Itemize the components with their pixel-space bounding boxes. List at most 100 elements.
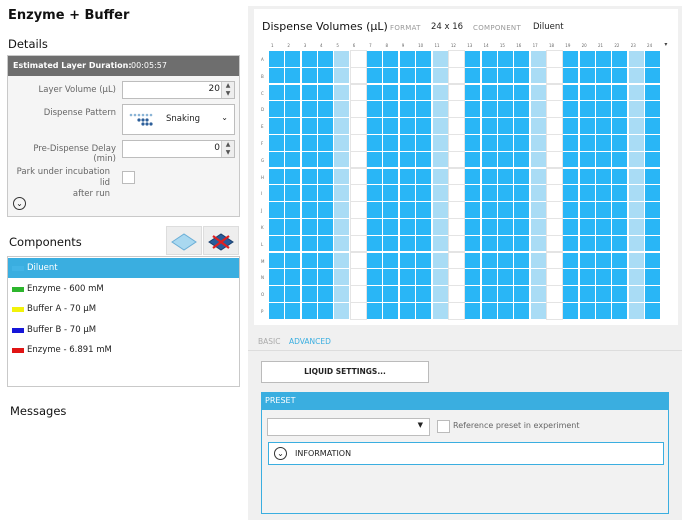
well[interactable]: [481, 219, 497, 235]
well[interactable]: [465, 185, 481, 201]
well[interactable]: [514, 84, 530, 101]
well[interactable]: [367, 151, 383, 168]
well[interactable]: [269, 67, 285, 84]
well[interactable]: [612, 118, 628, 134]
well[interactable]: [579, 202, 595, 218]
well[interactable]: [497, 118, 513, 134]
well[interactable]: [399, 202, 415, 218]
well[interactable]: [318, 303, 334, 319]
well[interactable]: [334, 252, 350, 269]
well[interactable]: [579, 303, 595, 319]
well[interactable]: [645, 286, 661, 302]
well[interactable]: [432, 252, 448, 269]
reference-preset-checkbox[interactable]: [437, 420, 450, 433]
well[interactable]: [596, 252, 612, 269]
component-row[interactable]: Diluent: [8, 258, 239, 278]
well[interactable]: [416, 185, 432, 201]
well[interactable]: [301, 118, 317, 134]
well[interactable]: [447, 100, 465, 118]
well[interactable]: [612, 67, 628, 84]
well[interactable]: [383, 84, 399, 101]
well[interactable]: [269, 269, 285, 285]
well[interactable]: [481, 151, 497, 168]
well[interactable]: [383, 269, 399, 285]
well[interactable]: [399, 303, 415, 319]
well[interactable]: [579, 51, 595, 67]
well[interactable]: [367, 252, 383, 269]
well[interactable]: [416, 67, 432, 84]
well[interactable]: [596, 118, 612, 134]
well[interactable]: [447, 83, 465, 102]
well[interactable]: [334, 286, 350, 302]
well[interactable]: [349, 251, 367, 270]
well[interactable]: [269, 135, 285, 151]
well[interactable]: [628, 168, 644, 185]
well[interactable]: [579, 286, 595, 302]
well[interactable]: [497, 84, 513, 101]
well[interactable]: [416, 51, 432, 67]
preset-select[interactable]: ▼: [267, 418, 430, 436]
well[interactable]: [530, 286, 546, 302]
well[interactable]: [596, 151, 612, 168]
well[interactable]: [563, 219, 579, 235]
well[interactable]: [563, 202, 579, 218]
well[interactable]: [367, 168, 383, 185]
well[interactable]: [447, 66, 465, 85]
well[interactable]: [645, 51, 661, 67]
well[interactable]: [530, 51, 546, 67]
well[interactable]: [447, 234, 465, 253]
well[interactable]: [269, 84, 285, 101]
well[interactable]: [497, 67, 513, 84]
well[interactable]: [416, 151, 432, 168]
well[interactable]: [334, 101, 350, 117]
well[interactable]: [383, 168, 399, 185]
well[interactable]: [628, 219, 644, 235]
well[interactable]: [563, 118, 579, 134]
well[interactable]: [645, 135, 661, 151]
well[interactable]: [399, 252, 415, 269]
well[interactable]: [465, 303, 481, 319]
well[interactable]: [334, 168, 350, 185]
well[interactable]: [481, 252, 497, 269]
well[interactable]: [481, 118, 497, 134]
well[interactable]: [318, 51, 334, 67]
well[interactable]: [432, 67, 448, 84]
well[interactable]: [349, 302, 367, 320]
well[interactable]: [416, 84, 432, 101]
well[interactable]: [301, 219, 317, 235]
well[interactable]: [432, 269, 448, 285]
well[interactable]: [399, 51, 415, 67]
well[interactable]: [497, 185, 513, 201]
well[interactable]: [497, 202, 513, 218]
well[interactable]: [432, 303, 448, 319]
component-row[interactable]: Buffer A - 70 µM: [8, 299, 239, 319]
well[interactable]: [416, 101, 432, 117]
well[interactable]: [285, 51, 301, 67]
well[interactable]: [399, 118, 415, 134]
well[interactable]: [367, 118, 383, 134]
well[interactable]: [334, 51, 350, 67]
well[interactable]: [269, 101, 285, 117]
well[interactable]: [285, 118, 301, 134]
well[interactable]: [514, 202, 530, 218]
well[interactable]: [432, 235, 448, 252]
well[interactable]: [301, 286, 317, 302]
well[interactable]: [645, 168, 661, 185]
well[interactable]: [481, 235, 497, 252]
well[interactable]: [481, 286, 497, 302]
well[interactable]: [432, 101, 448, 117]
well[interactable]: [545, 167, 563, 186]
well[interactable]: [301, 185, 317, 201]
well[interactable]: [563, 67, 579, 84]
well[interactable]: [399, 286, 415, 302]
well[interactable]: [530, 151, 546, 168]
well[interactable]: [545, 50, 563, 68]
well[interactable]: [481, 303, 497, 319]
well[interactable]: [497, 101, 513, 117]
well[interactable]: [301, 202, 317, 218]
well[interactable]: [612, 286, 628, 302]
well[interactable]: [530, 252, 546, 269]
well[interactable]: [596, 185, 612, 201]
well[interactable]: [285, 286, 301, 302]
well[interactable]: [285, 219, 301, 235]
